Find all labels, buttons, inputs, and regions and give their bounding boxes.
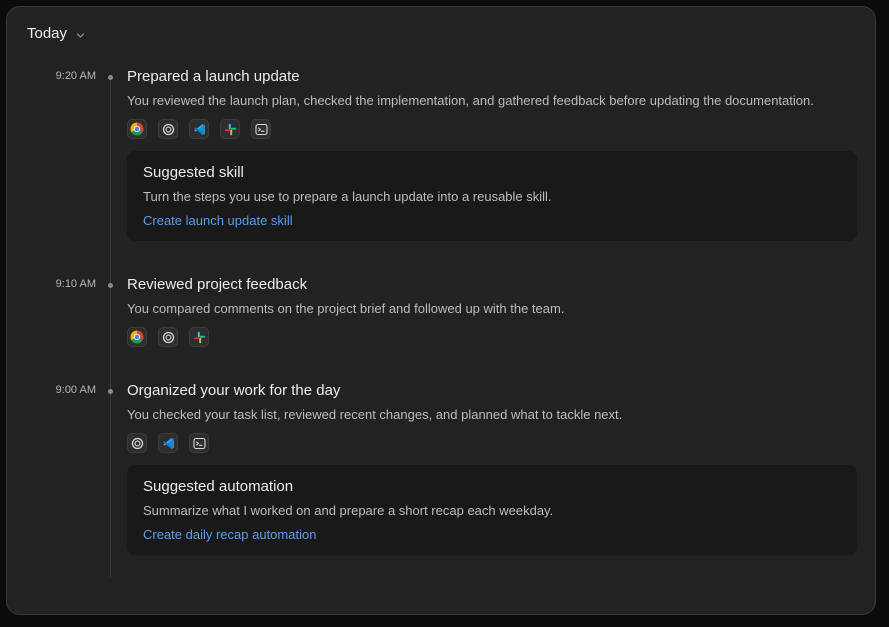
- chatgpt-icon[interactable]: [127, 433, 147, 453]
- entry-time: 9:10 AM: [55, 278, 96, 290]
- date-filter-dropdown[interactable]: Today: [27, 25, 86, 42]
- suggestion-card: Suggested automation Summarize what I wo…: [127, 465, 857, 555]
- slack-icon[interactable]: [220, 119, 240, 139]
- app-icons: [127, 433, 857, 453]
- chrome-icon[interactable]: [127, 119, 147, 139]
- activity-panel: Today 9:20 AM Prepared a launch update Y…: [6, 6, 876, 615]
- chatgpt-icon[interactable]: [158, 119, 178, 139]
- terminal-icon[interactable]: [251, 119, 271, 139]
- entry-title: Reviewed project feedback: [127, 276, 308, 293]
- card-title: Suggested automation: [143, 478, 294, 495]
- entry-time: 9:20 AM: [55, 70, 96, 82]
- entry-title: Organized your work for the day: [127, 382, 341, 399]
- timeline-dot: [108, 283, 113, 288]
- suggestion-card: Suggested skill Turn the steps you use t…: [127, 151, 857, 241]
- entry-description: You checked your task list, reviewed rec…: [127, 407, 623, 422]
- chevron-down-icon: [75, 28, 86, 39]
- entry-title: Prepared a launch update: [127, 68, 300, 85]
- slack-icon[interactable]: [189, 327, 209, 347]
- card-description: Turn the steps you use to prepare a laun…: [143, 189, 552, 204]
- vscode-icon[interactable]: [189, 119, 209, 139]
- chatgpt-icon[interactable]: [158, 327, 178, 347]
- timeline-dot: [108, 75, 113, 80]
- terminal-icon[interactable]: [189, 433, 209, 453]
- create-launch-update-skill-link[interactable]: Create launch update skill: [143, 213, 293, 229]
- entry-time: 9:00 AM: [55, 384, 96, 396]
- vscode-icon[interactable]: [158, 433, 178, 453]
- card-description: Summarize what I worked on and prepare a…: [143, 503, 554, 518]
- app-icons: [127, 119, 857, 139]
- app-icons: [127, 327, 857, 347]
- date-filter-label: Today: [27, 25, 68, 42]
- chrome-icon[interactable]: [127, 327, 147, 347]
- card-title: Suggested skill: [143, 164, 244, 181]
- create-daily-recap-automation-link[interactable]: Create daily recap automation: [143, 527, 316, 543]
- entry-description: You compared comments on the project bri…: [127, 301, 565, 316]
- entry-description: You reviewed the launch plan, checked th…: [127, 93, 814, 108]
- timeline-dot: [108, 389, 113, 394]
- timeline-line: [110, 77, 111, 577]
